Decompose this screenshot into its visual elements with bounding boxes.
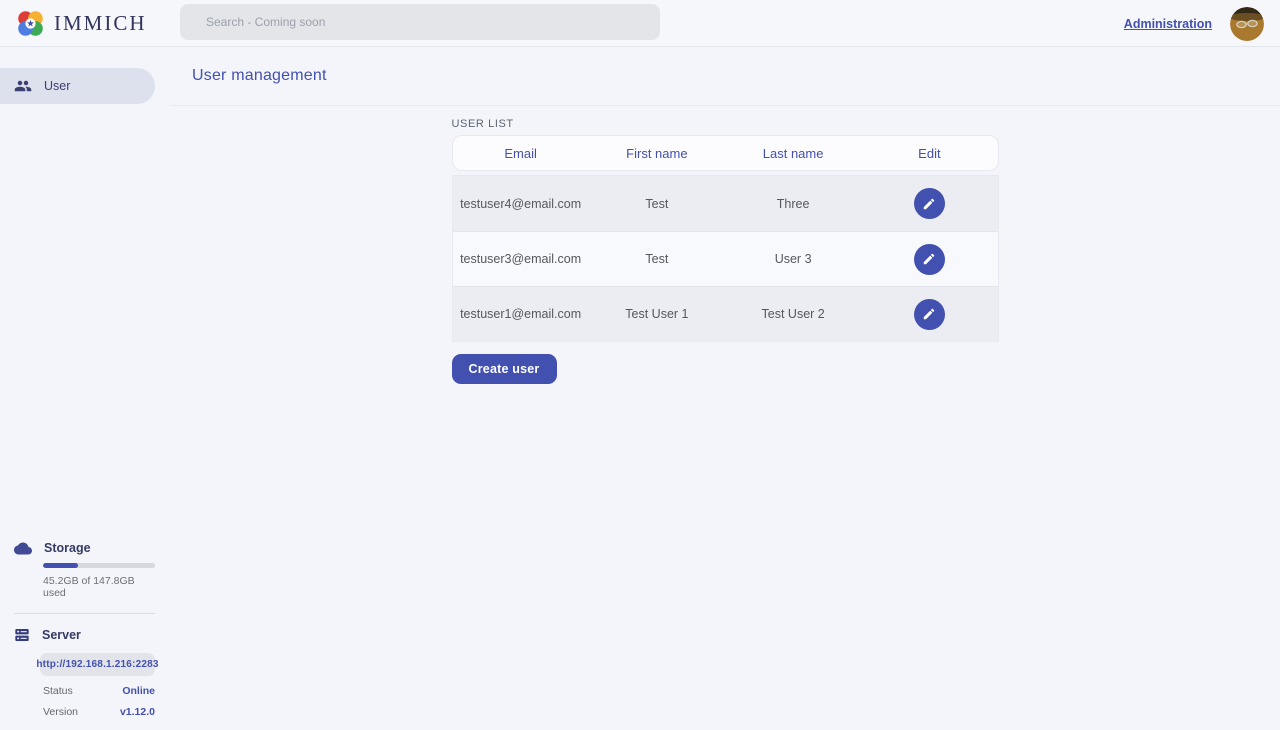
cell-email: testuser1@email.com: [453, 307, 589, 321]
table-row: testuser1@email.com Test User 1 Test Use…: [453, 286, 998, 341]
storage-title: Storage: [44, 541, 91, 555]
col-header-first-name: First name: [589, 146, 725, 161]
brand-wordmark: IMMICH: [54, 11, 147, 36]
table-body: testuser4@email.com Test Three testuser3…: [452, 175, 999, 342]
sidebar-divider: [14, 613, 155, 614]
server-status-row: Status Online: [43, 685, 155, 697]
cell-last-name: User 3: [725, 252, 861, 266]
title-bar: User management: [170, 47, 1280, 106]
col-header-email: Email: [453, 146, 589, 161]
col-header-last-name: Last name: [725, 146, 861, 161]
cell-email: testuser3@email.com: [453, 252, 589, 266]
immich-flower-icon: [14, 7, 47, 40]
top-navbar: IMMICH Administration: [0, 0, 1280, 47]
edit-user-button[interactable]: [914, 299, 945, 330]
admin-sidebar: User Storage 45.2GB of 147.8GB used: [0, 47, 170, 730]
users-icon: [14, 77, 32, 95]
user-list-section: USER LIST Email First name Last name Edi…: [452, 118, 999, 384]
search-input[interactable]: [180, 4, 660, 40]
immich-logo[interactable]: IMMICH: [14, 7, 147, 40]
status-label: Status: [43, 685, 73, 697]
sidebar-item-user[interactable]: User: [0, 68, 155, 104]
page-title: User management: [192, 67, 327, 85]
server-header: Server: [14, 627, 155, 643]
storage-header: Storage: [14, 541, 155, 555]
cell-last-name: Three: [725, 197, 861, 211]
table-header: Email First name Last name Edit: [452, 135, 999, 171]
sidebar-item-user-label: User: [44, 79, 70, 93]
pencil-icon: [922, 197, 936, 211]
create-user-button[interactable]: Create user: [452, 354, 557, 384]
cell-first-name: Test: [589, 252, 725, 266]
status-value: Online: [122, 685, 155, 697]
edit-user-button[interactable]: [914, 188, 945, 219]
storage-progress-bar: [43, 563, 155, 568]
sidebar-status-panel: Storage 45.2GB of 147.8GB used: [0, 541, 170, 718]
version-value: v1.12.0: [120, 706, 155, 718]
storage-progress-fill: [43, 563, 78, 568]
server-version-row: Version v1.12.0: [43, 706, 155, 718]
cloud-icon: [14, 542, 32, 555]
user-list-label: USER LIST: [452, 118, 999, 130]
version-label: Version: [43, 706, 78, 718]
table-row: testuser3@email.com Test User 3: [453, 231, 998, 286]
col-header-edit: Edit: [861, 146, 997, 161]
user-avatar[interactable]: [1230, 7, 1264, 41]
server-url-badge: http://192.168.1.216:2283: [40, 653, 155, 676]
edit-user-button[interactable]: [914, 244, 945, 275]
cell-first-name: Test: [589, 197, 725, 211]
cell-email: testuser4@email.com: [453, 197, 589, 211]
pencil-icon: [922, 252, 936, 266]
server-title: Server: [42, 628, 81, 642]
table-row: testuser4@email.com Test Three: [453, 176, 998, 231]
immich-admin-page: IMMICH Administration: [0, 0, 1280, 730]
main-content: User management USER LIST Email First na…: [170, 47, 1280, 730]
cell-last-name: Test User 2: [725, 307, 861, 321]
server-icon: [14, 627, 30, 643]
pencil-icon: [922, 307, 936, 321]
navbar-right: Administration: [1124, 0, 1264, 47]
cell-first-name: Test User 1: [589, 307, 725, 321]
administration-link[interactable]: Administration: [1124, 17, 1212, 31]
storage-usage-text: 45.2GB of 147.8GB used: [43, 575, 155, 599]
